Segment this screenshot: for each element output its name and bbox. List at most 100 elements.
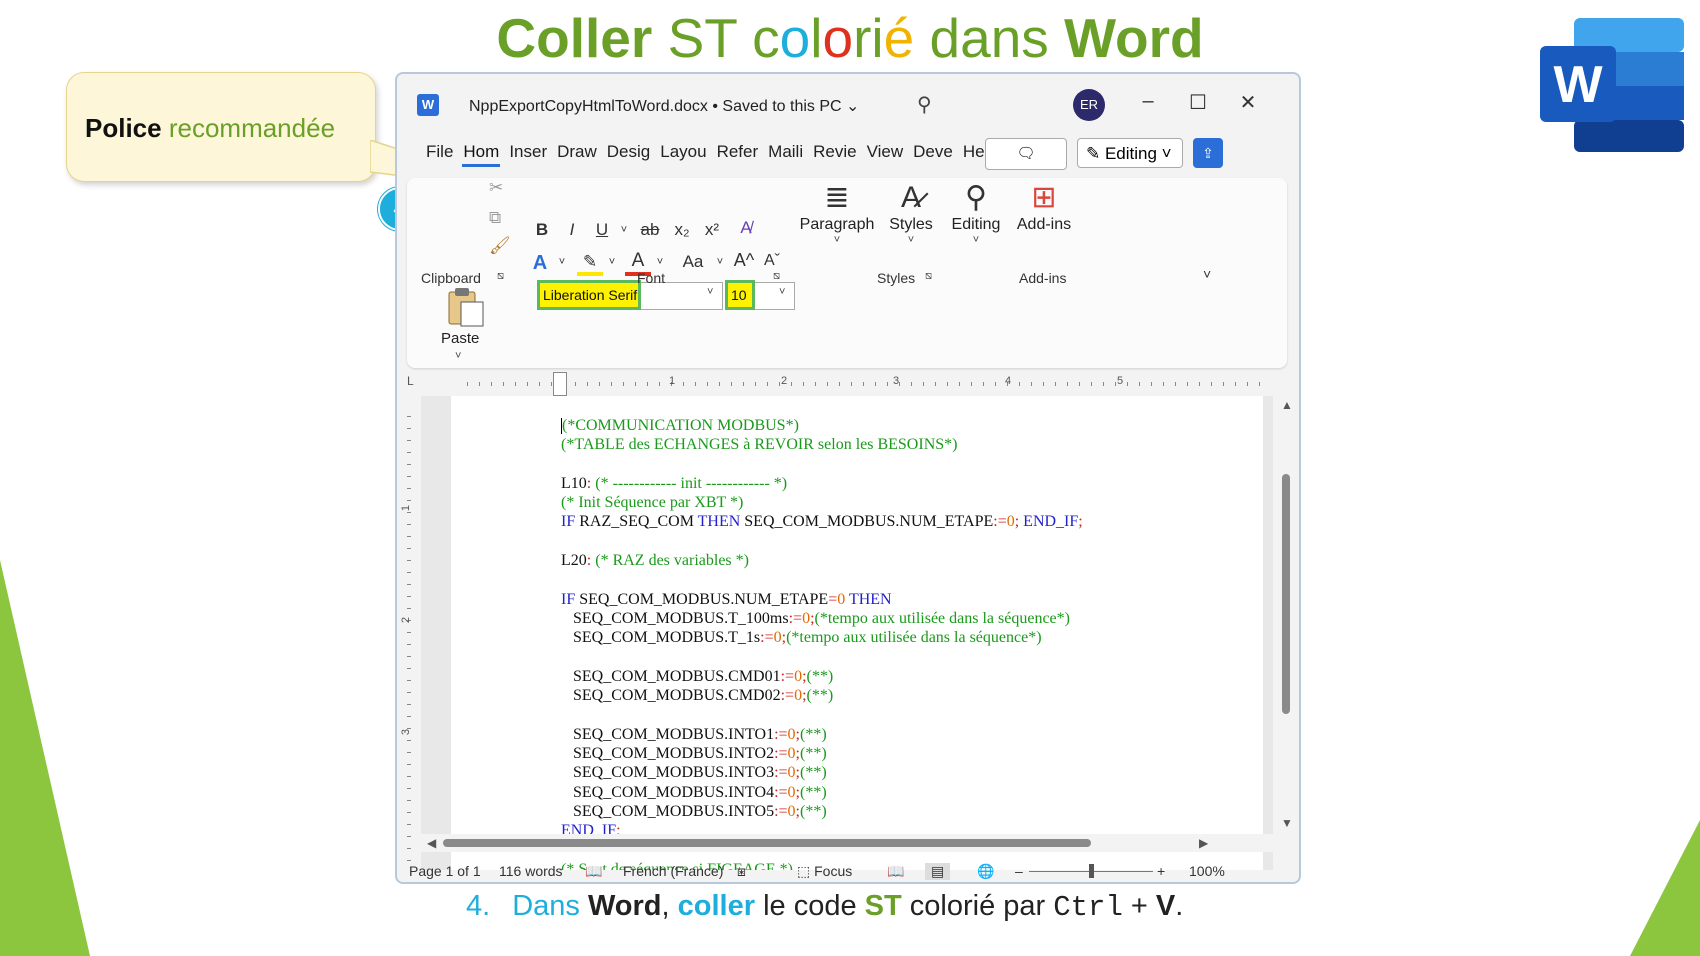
code-token: := bbox=[774, 725, 788, 743]
code-token: SEQ_COM_MODBUS.INTO5 bbox=[561, 802, 775, 820]
code-token: 0 bbox=[773, 629, 782, 647]
paste-icon[interactable] bbox=[445, 286, 485, 328]
st-code-block[interactable]: (*COMMUNICATION MODBUS*) (*TABLE des ECHA… bbox=[561, 416, 1083, 870]
caption-v: V bbox=[1155, 890, 1176, 922]
user-avatar[interactable]: ER bbox=[1073, 89, 1105, 121]
accessibility-icon[interactable]: ⧆ bbox=[737, 863, 746, 880]
page-count[interactable]: Page 1 of 1 bbox=[409, 863, 481, 879]
subscript-button[interactable]: x₂ bbox=[669, 220, 695, 240]
editing-mode-button[interactable]: ✎ Editing ˅ bbox=[1077, 138, 1183, 168]
editing-label: Editing bbox=[951, 216, 1001, 233]
web-layout-icon[interactable]: 🌐 bbox=[977, 863, 994, 880]
horizontal-scroll-thumb[interactable] bbox=[443, 839, 1091, 847]
print-layout-icon[interactable]: ▤ bbox=[925, 863, 951, 880]
search-icon[interactable]: ⚲ bbox=[917, 92, 932, 117]
tab-deve[interactable]: Deve bbox=[912, 142, 954, 162]
chevron-down-icon[interactable]: ˅ bbox=[599, 256, 625, 268]
vertical-scrollbar[interactable]: ▲ bbox=[1273, 396, 1299, 870]
close-icon[interactable]: ✕ bbox=[1233, 90, 1263, 115]
clear-formatting-icon[interactable]: A̸ bbox=[733, 218, 759, 238]
dialog-launcher-icon[interactable]: ⧅ bbox=[925, 270, 932, 283]
zoom-out-icon[interactable]: – bbox=[1015, 863, 1023, 879]
zoom-slider-thumb[interactable] bbox=[1089, 864, 1094, 878]
chevron-down-icon[interactable]: ˅ bbox=[707, 256, 733, 268]
cut-icon[interactable]: ✂ bbox=[489, 178, 503, 198]
document-page[interactable]: (*COMMUNICATION MODBUS*) (*TABLE des ECHA… bbox=[451, 396, 1263, 870]
code-token: = bbox=[828, 590, 838, 608]
read-mode-icon[interactable]: 📖 bbox=[887, 863, 904, 880]
strikethrough-button[interactable]: ab bbox=[637, 220, 663, 240]
code-token: 0 bbox=[787, 725, 796, 743]
zoom-level[interactable]: 100% bbox=[1189, 863, 1225, 879]
italic-button[interactable]: I bbox=[559, 220, 585, 240]
bold-button[interactable]: B bbox=[529, 220, 555, 240]
addins-group-label: Add-ins bbox=[1019, 270, 1067, 286]
chevron-down-icon[interactable]: ˅ bbox=[455, 350, 461, 362]
format-painter-icon[interactable]: 🖌 bbox=[489, 236, 511, 256]
indent-marker[interactable] bbox=[553, 372, 567, 396]
horizontal-ruler[interactable]: L 1 2 3 4 5 bbox=[397, 372, 1299, 396]
code-line: SEQ_COM_MODBUS.T_100ms:=0;(*tempo aux ut… bbox=[561, 609, 1083, 628]
copy-icon[interactable]: ⧉ bbox=[489, 208, 501, 228]
tab-desig[interactable]: Desig bbox=[606, 142, 651, 162]
code-line: IF RAZ_SEQ_COM THEN SEQ_COM_MODBUS.NUM_E… bbox=[561, 512, 1083, 531]
horizontal-scrollbar[interactable]: ◀ ▶ bbox=[421, 834, 1273, 852]
tab-selector-icon[interactable]: L bbox=[407, 374, 414, 388]
superscript-button[interactable]: x² bbox=[699, 220, 725, 240]
proofing-icon[interactable]: 📖 bbox=[585, 863, 602, 880]
chevron-down-icon[interactable]: ˅ bbox=[647, 256, 673, 268]
paragraph-label: Paragraph bbox=[799, 216, 875, 233]
title-part: o bbox=[822, 7, 854, 69]
tab-view[interactable]: View bbox=[866, 142, 905, 162]
code-token: := bbox=[760, 629, 774, 647]
share-button[interactable]: ⇪ bbox=[1193, 138, 1223, 168]
tab-hom[interactable]: Hom bbox=[462, 142, 501, 167]
chevron-down-icon[interactable]: ˅ bbox=[779, 286, 785, 298]
shrink-font-button[interactable]: Aˇ bbox=[759, 252, 785, 270]
font-size-value[interactable]: 10 bbox=[725, 280, 755, 310]
chevron-down-icon[interactable]: ˅ bbox=[611, 224, 637, 236]
tab-maili[interactable]: Maili bbox=[767, 142, 804, 162]
tab-inser[interactable]: Inser bbox=[508, 142, 548, 162]
vertical-scroll-thumb[interactable] bbox=[1282, 474, 1290, 714]
paste-label[interactable]: Paste bbox=[441, 330, 479, 347]
change-case-button[interactable]: Aa bbox=[675, 252, 711, 272]
minimize-icon[interactable]: – bbox=[1133, 90, 1163, 113]
tab-file[interactable]: File bbox=[425, 142, 454, 162]
word-logo-icon: W bbox=[1540, 18, 1684, 152]
scroll-right-icon[interactable]: ▶ bbox=[1199, 836, 1208, 850]
addins-button[interactable]: ⊞ Add-ins bbox=[1009, 180, 1079, 234]
code-line: IF SEQ_COM_MODBUS.NUM_ETAPE=0 THEN bbox=[561, 590, 1083, 609]
language-status[interactable]: French (France) bbox=[623, 863, 723, 879]
styles-group-button[interactable]: A̷ Styles ˅ bbox=[879, 180, 943, 246]
code-token: (*COMMUNICATION MODBUS*) bbox=[562, 417, 799, 434]
dialog-launcher-icon[interactable]: ⧅ bbox=[773, 270, 780, 283]
grow-font-button[interactable]: A^ bbox=[731, 250, 757, 271]
word-count[interactable]: 116 words bbox=[499, 863, 563, 879]
scroll-down-icon[interactable]: ▼ bbox=[1281, 816, 1293, 830]
paragraph-group-button[interactable]: ≣ Paragraph ˅ bbox=[795, 180, 879, 246]
editing-group-button[interactable]: ⚲ Editing ˅ bbox=[943, 180, 1009, 246]
tab-draw[interactable]: Draw bbox=[556, 142, 598, 162]
code-token: IF bbox=[561, 590, 576, 608]
code-token: SEQ_COM_MODBUS.INTO2 bbox=[561, 745, 775, 763]
tab-refer[interactable]: Refer bbox=[716, 142, 760, 162]
maximize-icon[interactable]: ☐ bbox=[1183, 90, 1213, 115]
caption-ctrl: Ctrl bbox=[1053, 891, 1123, 924]
font-name-value[interactable]: Liberation Serif bbox=[537, 280, 641, 310]
background-triangle-left bbox=[0, 560, 90, 956]
zoom-in-icon[interactable]: + bbox=[1157, 863, 1165, 879]
document-title[interactable]: NppExportCopyHtmlToWord.docx • Saved to … bbox=[469, 96, 859, 116]
comments-button[interactable]: 🗨 bbox=[985, 138, 1067, 170]
scroll-left-icon[interactable]: ◀ bbox=[427, 836, 436, 850]
code-token: (*tempo aux utilisée dans la séquence*) bbox=[814, 609, 1070, 627]
focus-button[interactable]: ⬚ Focus bbox=[797, 863, 852, 880]
collapse-ribbon-icon[interactable]: ˅ bbox=[1203, 266, 1211, 282]
chevron-down-icon[interactable]: ˅ bbox=[549, 256, 575, 268]
code-token: L20 bbox=[561, 552, 587, 570]
tab-revie[interactable]: Revie bbox=[812, 142, 857, 162]
chevron-down-icon[interactable]: ˅ bbox=[707, 286, 713, 298]
dialog-launcher-icon[interactable]: ⧅ bbox=[497, 270, 504, 283]
scroll-up-icon[interactable]: ▲ bbox=[1281, 398, 1293, 412]
tab-layou[interactable]: Layou bbox=[659, 142, 707, 162]
